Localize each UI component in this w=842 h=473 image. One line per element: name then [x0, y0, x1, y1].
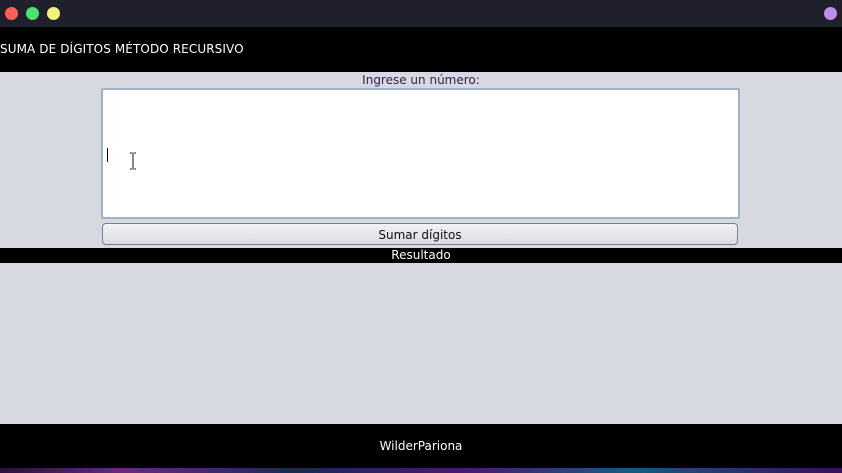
- text-caret: [107, 148, 108, 162]
- sum-digits-button[interactable]: Sumar dígitos: [102, 223, 738, 245]
- number-prompt-label: Ingrese un número:: [362, 73, 480, 87]
- app-header: SUMA DE DÍGITOS MÉTODO RECURSIVO: [0, 27, 842, 72]
- desktop-wallpaper-strip: [0, 468, 842, 473]
- app-title: SUMA DE DÍGITOS MÉTODO RECURSIVO: [0, 42, 244, 56]
- result-header: Resultado: [0, 248, 842, 263]
- text-cursor-icon: [130, 152, 136, 170]
- result-panel: [0, 263, 842, 424]
- close-window-button[interactable]: [5, 7, 18, 20]
- window-titlebar: [0, 0, 842, 27]
- number-input-field[interactable]: [101, 88, 740, 219]
- footer-author: WilderPariona: [0, 424, 842, 468]
- maximize-window-button[interactable]: [26, 7, 39, 20]
- minimize-window-button[interactable]: [47, 7, 60, 20]
- window-menu-button[interactable]: [824, 7, 837, 20]
